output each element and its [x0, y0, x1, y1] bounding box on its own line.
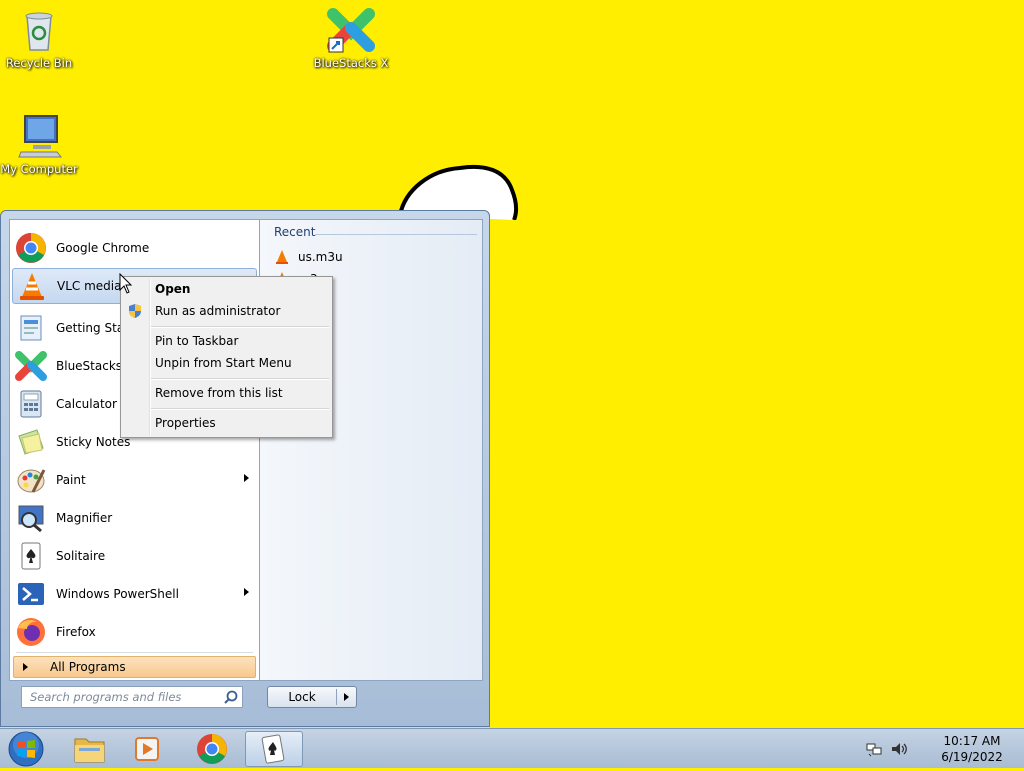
bluestacks-icon: [327, 6, 375, 54]
program-label: Solitaire: [56, 549, 106, 563]
program-label: Paint: [56, 473, 86, 487]
lock-options-arrow-icon[interactable]: [344, 693, 349, 701]
menu-item-pin-to-taskbar[interactable]: Pin to Taskbar: [155, 334, 238, 348]
mouse-cursor-icon: [119, 273, 133, 294]
lock-label: Lock: [288, 690, 316, 704]
menu-item-unpin-from-start-menu[interactable]: Unpin from Start Menu: [155, 356, 292, 370]
search-placeholder: Search programs and files: [30, 690, 182, 704]
program-label: Firefox: [56, 625, 96, 639]
menu-item-properties[interactable]: Properties: [155, 416, 216, 430]
taskbar-media-player[interactable]: [118, 731, 176, 767]
program-label: Google Chrome: [56, 241, 150, 255]
desktop-icon-recycle-bin[interactable]: Recycle Bin: [0, 6, 78, 70]
volume-icon[interactable]: [890, 741, 908, 757]
divider: [16, 652, 253, 653]
program-label: Calculator: [56, 397, 117, 411]
chrome-icon: [197, 734, 227, 764]
taskbar-file-explorer[interactable]: [60, 731, 118, 767]
clock-date[interactable]: 6/19/2022: [930, 750, 1014, 764]
desktop-icon-label: BlueStacks X: [313, 56, 389, 70]
desktop-icon-label: Recycle Bin: [5, 56, 73, 70]
lock-button[interactable]: Lock: [267, 686, 357, 708]
program-solitaire[interactable]: Solitaire: [12, 538, 257, 574]
context-menu: Open Run as administrator Pin to Taskbar…: [120, 276, 333, 438]
start-button[interactable]: [4, 730, 48, 768]
windows-orb-icon: [8, 731, 44, 767]
solitaire-icon: [261, 734, 285, 764]
getting-started-icon: [15, 312, 47, 344]
menu-separator: [151, 326, 329, 328]
recent-item[interactable]: us.m3u: [274, 248, 343, 266]
arrow-right-icon: [23, 663, 28, 671]
taskbar-chrome[interactable]: [184, 731, 242, 767]
divider: [336, 689, 337, 705]
divider: [149, 279, 151, 435]
submenu-arrow-icon[interactable]: [244, 474, 249, 482]
all-programs-label: All Programs: [50, 660, 126, 674]
vlc-icon: [16, 270, 48, 302]
program-windows-powershell[interactable]: Windows PowerShell: [12, 576, 257, 612]
desktop-icon-label: My Computer: [0, 162, 78, 176]
menu-item-run-as-administrator[interactable]: Run as administrator: [155, 304, 280, 318]
menu-separator: [151, 408, 329, 410]
program-label: Magnifier: [56, 511, 113, 525]
divider: [315, 234, 477, 235]
bluestacks-icon: [15, 350, 47, 382]
search-icon[interactable]: [224, 690, 238, 704]
taskbar-solitaire[interactable]: [245, 731, 303, 767]
calculator-icon: [15, 388, 47, 420]
menu-item-open[interactable]: Open: [155, 282, 190, 296]
powershell-icon: [15, 578, 47, 610]
magnifier-icon: [15, 502, 47, 534]
vlc-icon: [276, 250, 288, 264]
media-player-icon: [135, 737, 159, 761]
program-paint[interactable]: Paint: [12, 462, 257, 498]
menu-separator: [151, 378, 329, 380]
all-programs-button[interactable]: All Programs: [13, 656, 256, 678]
computer-icon: [15, 112, 63, 160]
recent-item-label: us.m3u: [298, 250, 343, 264]
folder-icon: [74, 738, 105, 763]
desktop-icon-bluestacks[interactable]: BlueStacks X: [312, 6, 390, 70]
solitaire-icon: [15, 540, 47, 572]
taskbar: 10:17 AM 6/19/2022: [0, 728, 1024, 768]
program-firefox[interactable]: Firefox: [12, 614, 257, 650]
desktop-icon-my-computer[interactable]: My Computer: [0, 112, 78, 176]
program-google-chrome[interactable]: Google Chrome: [12, 230, 257, 266]
chrome-icon: [15, 232, 47, 264]
network-icon[interactable]: [866, 741, 882, 757]
paint-icon: [15, 464, 47, 496]
menu-item-remove-from-list[interactable]: Remove from this list: [155, 386, 283, 400]
clock-time[interactable]: 10:17 AM: [930, 734, 1014, 748]
recent-header: Recent: [274, 225, 316, 239]
sticky-notes-icon: [15, 426, 47, 458]
uac-shield-icon: [129, 304, 141, 318]
search-input[interactable]: Search programs and files: [21, 686, 243, 708]
recycle-bin-icon: [15, 6, 63, 54]
submenu-arrow-icon[interactable]: [244, 588, 249, 596]
program-magnifier[interactable]: Magnifier: [12, 500, 257, 536]
firefox-icon: [15, 616, 47, 648]
program-label: Windows PowerShell: [56, 587, 179, 601]
